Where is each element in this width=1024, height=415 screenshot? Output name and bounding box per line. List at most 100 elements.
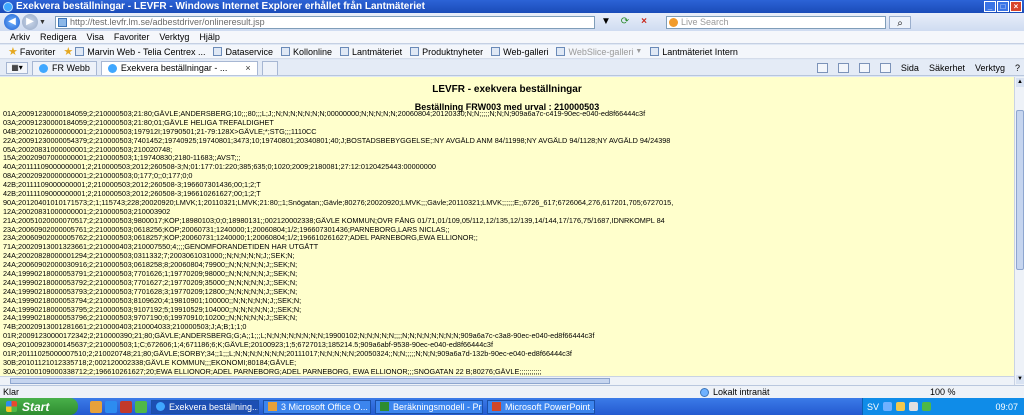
- live-search-icon: [669, 17, 678, 27]
- command-sakerhet[interactable]: Säkerhet: [929, 63, 965, 73]
- outlook-icon: [268, 402, 277, 411]
- status-text: Klar: [3, 387, 20, 397]
- favorite-item[interactable]: Kollonline: [281, 47, 332, 57]
- close-tab-icon[interactable]: ×: [245, 63, 250, 73]
- tab-exekvera[interactable]: Exekvera beställningar - ... ×: [100, 60, 258, 75]
- help-icon[interactable]: ?: [1015, 63, 1020, 73]
- tab-fr-webb[interactable]: FR Webb: [32, 60, 97, 75]
- result-line: 03A;20091230000184059;2;210000503;21:80;…: [3, 118, 274, 127]
- stop-icon[interactable]: ×: [636, 15, 652, 29]
- page-icon: [58, 17, 67, 27]
- tray-app-icon[interactable]: [922, 402, 932, 411]
- command-bar: Sida Säkerhet Verktyg ?: [807, 60, 1020, 76]
- desktop-icon[interactable]: [135, 400, 147, 413]
- favorite-item-icon: [213, 47, 223, 56]
- address-input[interactable]: http://test.levfr.lm.se/adbestdriver/onl…: [55, 15, 595, 29]
- menu-redigera[interactable]: Redigera: [40, 32, 77, 42]
- result-line: 23A;20060902000005761;2;210000503;061825…: [3, 225, 450, 234]
- favorite-item[interactable]: Lantmäteriet Intern: [650, 47, 738, 57]
- search-icon[interactable]: ⌕: [889, 15, 911, 29]
- menu-visa[interactable]: Visa: [87, 32, 104, 42]
- command-verktyg[interactable]: Verktyg: [975, 63, 1005, 73]
- favorite-item[interactable]: Produktnyheter: [410, 47, 483, 57]
- result-line: 71A;20020913001323661;2;210000403;210007…: [3, 243, 319, 252]
- scroll-thumb[interactable]: [1016, 110, 1024, 270]
- system-tray: SV 09:07: [862, 398, 1024, 415]
- command-sida[interactable]: Sida: [901, 63, 919, 73]
- feeds-icon[interactable]: [837, 63, 849, 73]
- menu-favoriter[interactable]: Favoriter: [114, 32, 150, 42]
- taskbar-item-outlook[interactable]: 3 Microsoft Office O...: [263, 399, 371, 414]
- tab-favicon: [107, 63, 117, 73]
- ie-icon: [3, 1, 13, 12]
- favorite-item[interactable]: Web-galleri: [491, 47, 548, 57]
- result-lines: 01A;20091230000184059;2;210000503;21:80;…: [3, 110, 1013, 385]
- search-input[interactable]: Live Search: [666, 15, 886, 29]
- back-arrow-icon[interactable]: ◀: [4, 14, 20, 30]
- taskbar-item-powerpoint[interactable]: Microsoft PowerPoint ...: [487, 399, 595, 414]
- menu-verktyg[interactable]: Verktyg: [159, 32, 189, 42]
- volume-icon[interactable]: [909, 402, 919, 411]
- menu-hjalp[interactable]: Hjälp: [199, 32, 220, 42]
- ie-icon: [156, 402, 165, 411]
- mail-icon[interactable]: [858, 63, 870, 73]
- office-icon[interactable]: [120, 400, 132, 413]
- favorites-button[interactable]: ★ Favoriter: [8, 45, 55, 58]
- security-icon[interactable]: [896, 402, 906, 411]
- taskbar-item-excel[interactable]: Beräkningsmodell - Pri...: [375, 399, 483, 414]
- favorite-item[interactable]: Dataservice: [213, 47, 273, 57]
- language-indicator[interactable]: SV: [867, 402, 879, 412]
- menu-arkiv[interactable]: Arkiv: [10, 32, 30, 42]
- window-title-bar: Exekvera beställningar - LEVFR - Windows…: [0, 0, 1024, 13]
- zoom-level[interactable]: 100 %: [930, 387, 956, 397]
- window-title: Exekvera beställningar - LEVFR - Windows…: [16, 1, 425, 12]
- star-icon: ★: [8, 46, 18, 58]
- result-line: 01A;20091230000184059;2;210000503;21:80;…: [3, 110, 646, 118]
- result-line: 21A;20051020000070517;2;210000503;980001…: [3, 216, 665, 225]
- close-icon[interactable]: ×: [1010, 1, 1022, 12]
- result-line: 05A;20020831000000001;2;210000503;210020…: [3, 145, 173, 154]
- powerpoint-icon: [492, 402, 501, 411]
- ie-quicklaunch-icon[interactable]: [105, 400, 117, 413]
- result-line: 90A;20120401010171573;2;1;115743;228;200…: [3, 198, 674, 207]
- forward-arrow-icon[interactable]: ▶: [22, 14, 38, 30]
- maximize-icon[interactable]: □: [997, 1, 1009, 12]
- network-icon[interactable]: [883, 402, 893, 411]
- search-placeholder: Live Search: [681, 16, 729, 27]
- tab-bar: ▦▾ FR Webb Exekvera beställningar - ... …: [0, 60, 1024, 76]
- add-favorite-icon: ★: [63, 46, 74, 58]
- result-line: 30B;20101121012335718;2;002120002338;GÄV…: [3, 358, 297, 367]
- address-dropdown-icon[interactable]: ▼: [598, 15, 614, 29]
- taskbar: Start Exekvera beställning... 3 Microsof…: [0, 398, 1024, 415]
- horizontal-scrollbar[interactable]: [0, 376, 1014, 385]
- result-line: 12A;20020831000000001;2;210000503;210003…: [3, 207, 171, 216]
- print-icon[interactable]: [879, 63, 891, 73]
- favorite-item-icon: [491, 47, 501, 56]
- taskbar-item-ie[interactable]: Exekvera beställning...: [151, 399, 259, 414]
- quick-tabs-icon[interactable]: ▦▾: [6, 61, 28, 74]
- result-line: 24A;19990218000053792;2;210000503;770162…: [3, 278, 298, 287]
- result-line: 24A;20060902000030916;2;210000503;061825…: [3, 261, 298, 270]
- home-icon[interactable]: [816, 63, 828, 73]
- scroll-down-icon[interactable]: ▼: [1016, 375, 1024, 384]
- scroll-up-icon[interactable]: ▲: [1016, 78, 1024, 87]
- refresh-icon[interactable]: ⟳: [617, 15, 633, 29]
- outlook-icon[interactable]: [90, 400, 102, 413]
- favorite-item[interactable]: WebSlice-galleri ▼: [556, 47, 642, 57]
- start-button[interactable]: Start: [0, 398, 78, 415]
- horizontal-scroll-thumb[interactable]: [10, 378, 610, 384]
- result-line: 04B;20021026000000001;2;210000503;197912…: [3, 127, 317, 136]
- favorite-item[interactable]: ★ Marvin Web - Telia Centrex ...: [63, 45, 205, 58]
- new-tab-button[interactable]: [261, 60, 278, 75]
- quick-launch: [90, 400, 147, 413]
- clock: 09:07: [995, 401, 1018, 412]
- minimize-icon[interactable]: _: [984, 1, 996, 12]
- favorite-item[interactable]: Lantmäteriet: [340, 47, 402, 57]
- history-dropdown-icon[interactable]: ▼: [39, 19, 47, 26]
- address-url: http://test.levfr.lm.se/adbestdriver/onl…: [70, 16, 265, 27]
- result-line: 42B;20111109000000001;2;210000503;2012;2…: [3, 181, 261, 190]
- result-line: 15A;20020907000000001;2;210000503;1;1974…: [3, 154, 241, 163]
- favorite-item-icon: [75, 47, 85, 56]
- vertical-scrollbar[interactable]: ▲ ▼: [1014, 77, 1024, 385]
- result-line: 09A;20100923000145637;2;210000503;1;C;67…: [3, 341, 493, 350]
